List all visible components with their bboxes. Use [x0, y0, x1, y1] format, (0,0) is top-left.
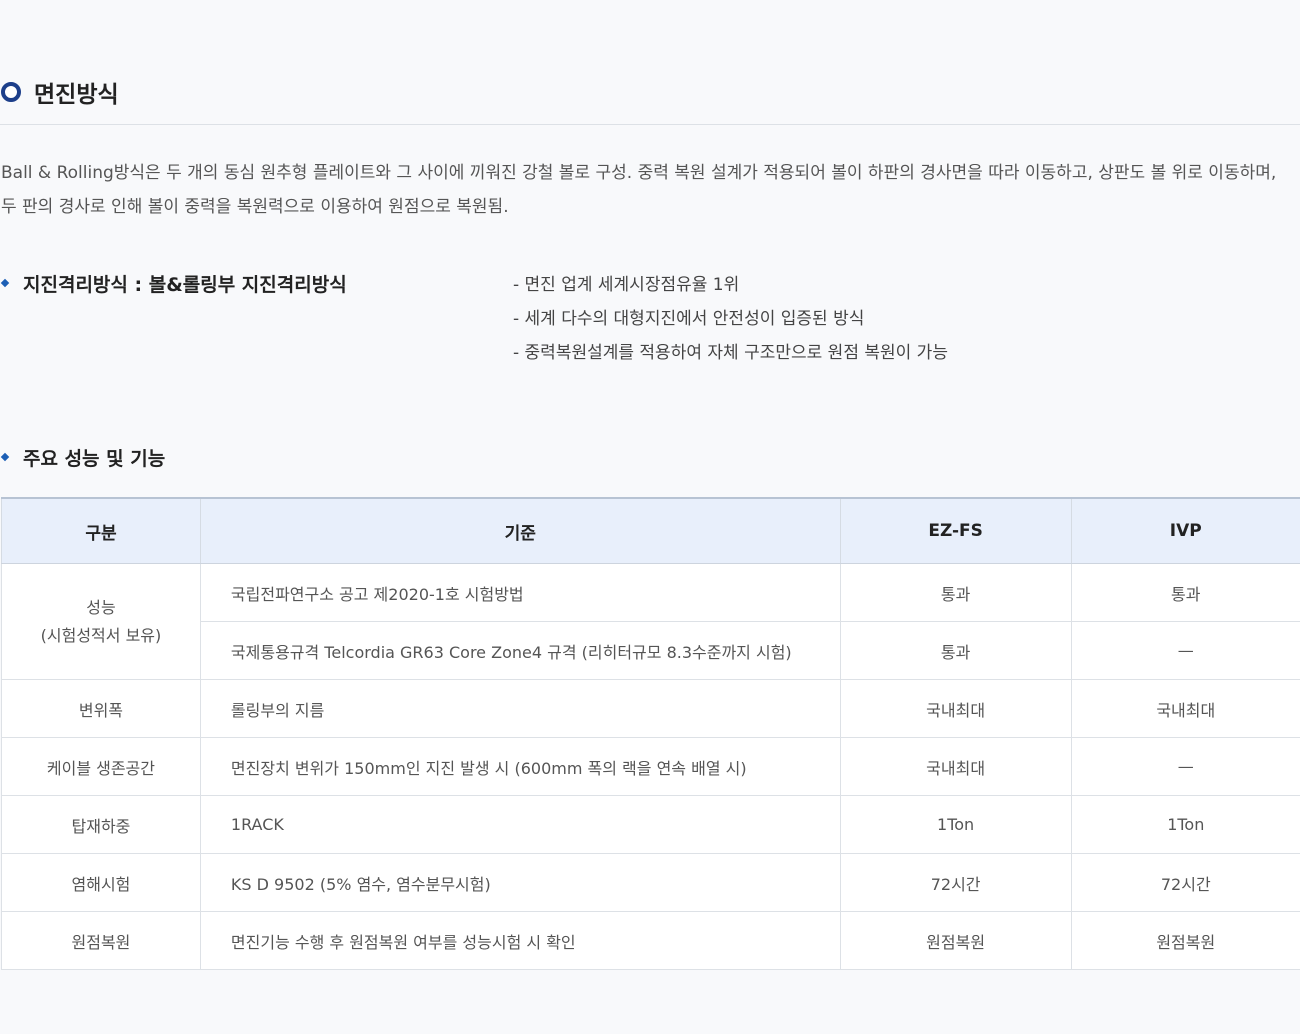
performance-table: 구분 기준 EZ-FS IVP 성능 (시험성적서 보유) 국립전파연구소 공고…	[1, 497, 1300, 970]
table-row: 변위폭 롤링부의 지름 국내최대 국내최대	[1, 679, 1300, 738]
circle-bullet-icon	[1, 82, 21, 102]
category-cell: 변위폭	[1, 679, 201, 738]
ivp-cell: —	[1070, 621, 1300, 680]
section-title: 면진방식	[34, 82, 119, 108]
header-standard: 기준	[199, 497, 841, 564]
table-row: 성능 (시험성적서 보유) 국립전파연구소 공고 제2020-1호 시험방법 통…	[1, 563, 1300, 680]
ezfs-cell: 원점복원	[839, 911, 1072, 970]
ivp-cell: 통과	[1070, 563, 1300, 622]
standard-cell: 면진기능 수행 후 원점복원 여부를 성능시험 시 확인	[199, 911, 841, 970]
feature-item: - 면진 업계 세계시장점유율 1위	[513, 275, 740, 295]
performance-title: 주요 성능 및 기능	[23, 448, 166, 470]
ivp-cell: 1Ton	[1070, 795, 1300, 854]
category-cell: 성능 (시험성적서 보유)	[1, 563, 201, 680]
ezfs-cell: 통과	[839, 563, 1072, 622]
standard-cell: 1RACK	[199, 795, 841, 854]
category-note: (시험성적서 보유)	[40, 625, 162, 645]
ezfs-cell: 1Ton	[839, 795, 1072, 854]
ezfs-cell: 국내최대	[839, 737, 1072, 796]
description-line: Ball & Rolling방식은 두 개의 동심 원추형 플레이트와 그 사이…	[1, 163, 1277, 183]
table-row: 원점복원 면진기능 수행 후 원점복원 여부를 성능시험 시 확인 원점복원 원…	[1, 911, 1300, 970]
standard-cell: 국립전파연구소 공고 제2020-1호 시험방법	[199, 563, 841, 622]
ivp-cell: 국내최대	[1070, 679, 1300, 738]
ivp-cell: 72시간	[1070, 853, 1300, 912]
ivp-cell: 원점복원	[1070, 911, 1300, 970]
diamond-bullet-icon	[0, 278, 10, 288]
category-cell: 염해시험	[1, 853, 201, 912]
category-cell: 원점복원	[1, 911, 201, 970]
header-category: 구분	[1, 497, 201, 564]
standard-cell: 롤링부의 지름	[199, 679, 841, 738]
header-ivp: IVP	[1070, 497, 1300, 564]
table-row: 염해시험 KS D 9502 (5% 염수, 염수분무시험) 72시간 72시간	[1, 853, 1300, 912]
standard-cell: 국제통용규격 Telcordia GR63 Core Zone4 규격 (리히터…	[199, 621, 841, 680]
ezfs-cell: 72시간	[839, 853, 1072, 912]
table-row: 케이블 생존공간 면진장치 변위가 150mm인 지진 발생 시 (600mm …	[1, 737, 1300, 796]
diamond-bullet-icon	[0, 452, 10, 462]
table-row: 탑재하중 1RACK 1Ton 1Ton	[1, 795, 1300, 854]
ezfs-cell: 국내최대	[839, 679, 1072, 738]
category-label: 성능	[86, 597, 116, 617]
section-header: 면진방식	[0, 72, 1300, 125]
feature-item: - 중력복원설계를 적용하여 자체 구조만으로 원점 복원이 가능	[513, 343, 948, 363]
isolation-features: - 면진 업계 세계시장점유율 1위 - 세계 다수의 대형지진에서 안전성이 …	[513, 268, 948, 370]
isolation-title: 지진격리방식 : 볼&롤링부 지진격리방식	[23, 274, 347, 296]
standard-cell: KS D 9502 (5% 염수, 염수분무시험)	[199, 853, 841, 912]
description: Ball & Rolling방식은 두 개의 동심 원추형 플레이트와 그 사이…	[1, 156, 1300, 224]
standard-cell: 면진장치 변위가 150mm인 지진 발생 시 (600mm 폭의 랙을 연속 …	[199, 737, 841, 796]
header-ezfs: EZ-FS	[839, 497, 1072, 564]
category-cell: 케이블 생존공간	[1, 737, 201, 796]
description-line: 두 판의 경사로 인해 볼이 중력을 복원력으로 이용하여 원점으로 복원됨.	[1, 197, 509, 217]
table-header-row: 구분 기준 EZ-FS IVP	[1, 497, 1300, 564]
ezfs-cell: 통과	[839, 621, 1072, 680]
ivp-cell: —	[1070, 737, 1300, 796]
category-cell: 탑재하중	[1, 795, 201, 854]
feature-item: - 세계 다수의 대형지진에서 안전성이 입증된 방식	[513, 309, 865, 329]
